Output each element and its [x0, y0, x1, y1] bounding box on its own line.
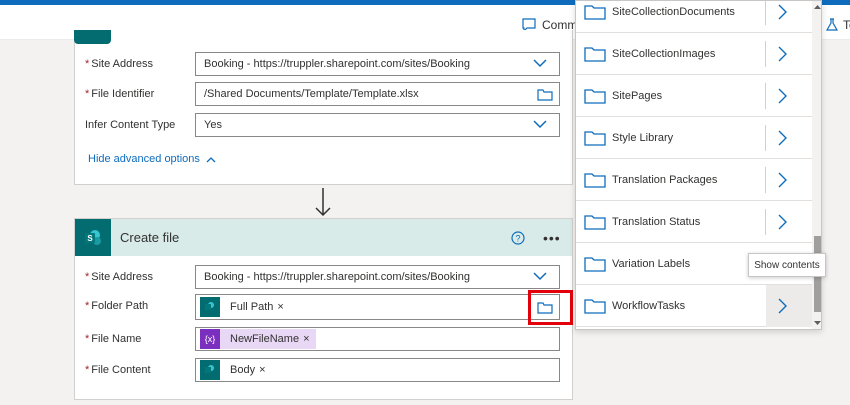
folder-icon — [584, 4, 606, 20]
chevron-right-icon[interactable] — [776, 213, 788, 231]
chevron-up-icon — [206, 156, 216, 162]
chevron-down-icon[interactable] — [533, 58, 547, 68]
scroll-up-icon[interactable] — [814, 3, 821, 10]
file-name-label: File Name — [91, 333, 142, 345]
folder-path-label: Folder Path — [91, 300, 149, 312]
full-path-token[interactable]: Full Path × — [200, 297, 284, 317]
file-identifier-label: File Identifier — [91, 88, 155, 100]
scroll-down-icon[interactable] — [814, 320, 821, 327]
site-address-dropdown[interactable]: Booking - https://truppler.sharepoint.co… — [195, 52, 560, 76]
test-button[interactable]: Te — [825, 18, 850, 32]
chevron-right-icon[interactable] — [776, 129, 788, 147]
scrollbar[interactable] — [812, 1, 821, 329]
list-item[interactable]: SiteCollectionDocuments — [576, 1, 812, 33]
infer-content-type-row: Infer Content Type Yes — [85, 113, 565, 137]
file-content-label: File Content — [91, 364, 151, 376]
folder-icon — [584, 298, 606, 314]
list-item[interactable]: Translation Status — [576, 201, 812, 243]
file-identifier-row: * File Identifier /Shared Documents/Templ… — [85, 82, 565, 106]
create-file-header[interactable]: S Create file ? ••• — [75, 219, 572, 256]
chevron-down-icon[interactable] — [533, 119, 547, 129]
sharepoint-icon: S — [75, 219, 111, 256]
remove-token-icon[interactable]: × — [277, 301, 284, 313]
remove-token-icon[interactable]: × — [303, 333, 315, 345]
folder-icon — [584, 256, 606, 272]
svg-text:?: ? — [515, 234, 520, 244]
show-contents-cell[interactable] — [766, 285, 812, 327]
folder-path-input[interactable]: Full Path × — [195, 294, 560, 320]
ellipsis-icon[interactable]: ••• — [543, 230, 561, 246]
file-identifier-input[interactable]: /Shared Documents/Template/Template.xlsx — [195, 82, 560, 106]
folder-path-row: * Folder Path Full Path × — [85, 294, 565, 320]
flow-arrow-icon — [315, 188, 331, 217]
chevron-right-icon[interactable] — [776, 171, 788, 189]
chevron-right-icon[interactable] — [776, 3, 788, 21]
folder-icon — [584, 88, 606, 104]
site-address-row-2: * Site Address Booking - https://truppler… — [85, 265, 565, 289]
file-content-input[interactable]: Body × — [195, 358, 560, 382]
body-token[interactable]: Body × — [200, 360, 266, 380]
help-circle-icon[interactable]: ? — [511, 231, 525, 245]
infer-content-type-label: Infer Content Type — [85, 119, 176, 131]
sharepoint-token-icon — [200, 360, 220, 380]
folder-icon — [584, 46, 606, 62]
chevron-right-icon[interactable] — [776, 45, 788, 63]
site-address-row: * Site Address Booking - https://truppler… — [85, 52, 565, 76]
site-address-label-2: Site Address — [91, 271, 154, 283]
infer-content-type-dropdown[interactable]: Yes — [195, 113, 560, 137]
chevron-right-icon[interactable] — [776, 87, 788, 105]
chevron-down-icon[interactable] — [533, 271, 547, 281]
flask-icon — [825, 18, 839, 31]
folder-icon — [584, 214, 606, 230]
list-item[interactable]: SiteCollectionImages — [576, 33, 812, 75]
svg-text:S: S — [87, 234, 93, 243]
sharepoint-accent — [74, 30, 111, 44]
test-label: Te — [843, 18, 850, 32]
folder-icon — [584, 172, 606, 188]
file-content-row: * File Content Body × — [85, 358, 565, 382]
create-file-card: S Create file ? ••• * Site Address Bookin… — [74, 218, 573, 400]
sharepoint-token-icon — [200, 297, 220, 317]
list-item[interactable]: Style Library — [576, 117, 812, 159]
newfilename-token[interactable]: {x} NewFileName × — [200, 329, 316, 349]
remove-token-icon[interactable]: × — [259, 364, 266, 376]
file-name-row: * File Name {x} NewFileName × — [85, 327, 565, 351]
show-contents-tooltip: Show contents — [748, 253, 826, 277]
list-item[interactable]: WorkflowTasks — [576, 285, 812, 327]
chevron-right-icon[interactable] — [776, 297, 788, 315]
folder-browser-dropdown: SiteCollectionDocuments SiteCollectionIm… — [575, 0, 822, 330]
folder-picker-icon[interactable] — [537, 88, 553, 101]
highlight-box — [528, 290, 573, 325]
list-item[interactable]: SitePages — [576, 75, 812, 117]
site-address-label: Site Address — [91, 58, 154, 70]
card-title: Create file — [120, 230, 180, 245]
list-item[interactable]: Translation Packages — [576, 159, 812, 201]
hide-advanced-options-link[interactable]: Hide advanced options — [88, 153, 216, 165]
site-address-dropdown-2[interactable]: Booking - https://truppler.sharepoint.co… — [195, 265, 560, 289]
file-name-input[interactable]: {x} NewFileName × — [195, 327, 560, 351]
folder-icon — [584, 130, 606, 146]
expression-icon: {x} — [200, 329, 220, 349]
